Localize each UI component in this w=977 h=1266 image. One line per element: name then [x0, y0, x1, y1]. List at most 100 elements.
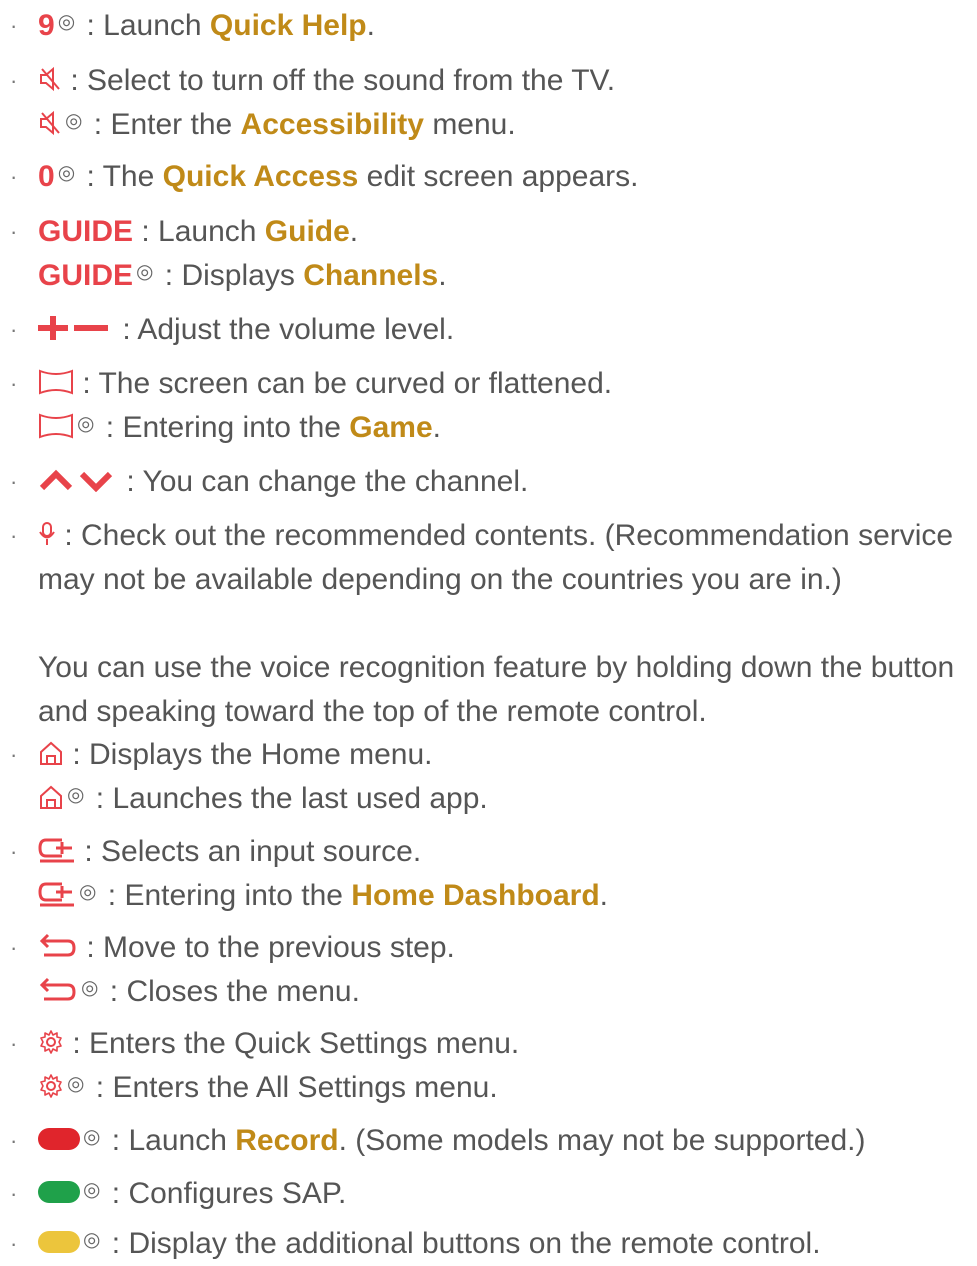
- text: .: [432, 411, 442, 444]
- hold-icon: ◎: [77, 413, 95, 435]
- volume-line: : Adjust the volume level.: [38, 308, 454, 352]
- link-record: Record: [235, 1124, 339, 1157]
- home-line-1: : Displays the Home menu.: [38, 733, 432, 777]
- home-icon: [40, 741, 62, 766]
- sap-line: ◎ : Configures SAP.: [38, 1172, 346, 1216]
- home-line-2: ◎ : Launches the last used app.: [38, 777, 488, 821]
- text: : You can change the channel.: [118, 465, 529, 498]
- hold-icon: ◎: [67, 1073, 85, 1095]
- record-line: ◎ : Launch Record. (Some models may not …: [38, 1119, 866, 1163]
- guide-line-2: GUIDE ◎ : Displays Channels.: [38, 254, 447, 298]
- bullet: ·: [10, 1128, 18, 1153]
- curve-screen-icon: [39, 369, 73, 395]
- bullet: ·: [10, 68, 18, 93]
- bullet: ·: [10, 219, 18, 244]
- hold-icon: ◎: [57, 162, 76, 184]
- text: edit screen appears.: [358, 160, 639, 193]
- text: : The screen can be curved or flattened.: [74, 367, 613, 400]
- text: : Launch: [103, 1124, 236, 1157]
- input-source-icon: [38, 838, 74, 863]
- volume-plus-minus-icon: [38, 316, 108, 341]
- text: .: [366, 9, 375, 42]
- yellow-button-icon: [38, 1231, 80, 1254]
- text: : Configures SAP.: [103, 1177, 347, 1210]
- text: : Displays the Home menu.: [64, 738, 433, 771]
- text: .: [349, 215, 359, 248]
- text: : Select to turn off the sound from the …: [62, 64, 616, 97]
- text: : Displays: [156, 259, 304, 292]
- hold-icon: ◎: [57, 11, 76, 33]
- input-line-1: : Selects an input source.: [38, 830, 421, 874]
- yellow-line: ◎ : Display the additional buttons on th…: [38, 1222, 821, 1266]
- text: .: [438, 259, 447, 292]
- zero-line: 0 ◎ : The Quick Access edit screen appear…: [38, 155, 639, 199]
- mic-line-1: : Check out the recommended contents. (R…: [38, 514, 968, 602]
- settings-line-1: : Enters the Quick Settings menu.: [38, 1022, 519, 1066]
- mic-line-2: You can use the voice recognition featur…: [38, 646, 968, 734]
- text: menu.: [423, 108, 516, 141]
- text: You can use the voice recognition featur…: [38, 651, 955, 728]
- bullet: ·: [10, 839, 18, 864]
- hold-icon: ◎: [81, 977, 99, 999]
- text: : Launch: [133, 215, 265, 248]
- text: : Launches the last used app.: [87, 782, 488, 815]
- text: .: [599, 879, 609, 912]
- link-home-dashboard: Home Dashboard: [351, 879, 600, 912]
- curve-line-2: ◎ : Entering into the Game.: [38, 406, 441, 450]
- back-icon: [39, 978, 76, 1001]
- channel-line: : You can change the channel.: [38, 460, 528, 504]
- bullet: ·: [10, 742, 18, 767]
- bullet: ·: [10, 317, 18, 342]
- key-guide: GUIDE: [38, 259, 134, 292]
- text: : Selects an input source.: [76, 835, 422, 868]
- link-accessibility: Accessibility: [240, 108, 424, 141]
- settings-line-2: ◎ : Enters the All Settings menu.: [38, 1066, 498, 1110]
- bullet: ·: [10, 523, 18, 548]
- curve-line-1: : The screen can be curved or flattened.: [38, 362, 612, 406]
- bullet: ·: [10, 371, 18, 396]
- hold-icon: ◎: [83, 1126, 101, 1148]
- text: : Display the additional buttons on the …: [103, 1227, 821, 1260]
- mute-icon: [40, 110, 60, 136]
- settings-gear-icon: [40, 1074, 62, 1098]
- bullet: ·: [10, 1031, 18, 1056]
- text: : The: [78, 160, 163, 193]
- back-icon: [39, 934, 76, 957]
- bullet: ·: [10, 1181, 18, 1206]
- curve-screen-icon: [39, 413, 73, 439]
- text: : Enters the All Settings menu.: [87, 1071, 498, 1104]
- bullet: ·: [10, 469, 18, 494]
- link-channels: Channels: [303, 259, 439, 292]
- text: : Launch: [78, 9, 210, 42]
- microphone-icon: [39, 522, 55, 546]
- key-guide: GUIDE: [38, 215, 134, 248]
- text: : Closes the menu.: [101, 975, 360, 1008]
- link-game: Game: [349, 411, 433, 444]
- text: : Enters the Quick Settings menu.: [64, 1027, 520, 1060]
- hold-icon: ◎: [67, 784, 85, 806]
- input-source-icon: [38, 882, 74, 907]
- bullet: ·: [10, 164, 18, 189]
- link-guide: Guide: [264, 215, 350, 248]
- hold-icon: ◎: [136, 261, 154, 283]
- mute-icon: [40, 66, 60, 92]
- key-zero: 0: [38, 160, 55, 193]
- input-line-2: ◎ : Entering into the Home Dashboard.: [38, 874, 608, 918]
- hold-icon: ◎: [65, 110, 83, 132]
- key-nine: 9: [38, 9, 55, 42]
- green-button-icon: [38, 1181, 80, 1204]
- link-quick-help: Quick Help: [209, 9, 367, 42]
- channel-up-down-icon: [39, 469, 113, 493]
- text: : Entering into the: [97, 411, 350, 444]
- hold-icon: ◎: [83, 1229, 101, 1251]
- hold-icon: ◎: [79, 881, 97, 903]
- bullet: ·: [10, 13, 18, 38]
- text: : Move to the previous step.: [78, 931, 455, 964]
- bullet: ·: [10, 1231, 18, 1256]
- link-quick-access: Quick Access: [162, 160, 359, 193]
- guide-line-1: GUIDE : Launch Guide.: [38, 210, 358, 254]
- text: : Adjust the volume level.: [114, 313, 455, 346]
- text: : Enter the: [85, 108, 241, 141]
- nine-line: 9 ◎ : Launch Quick Help.: [38, 4, 375, 48]
- home-icon: [40, 785, 62, 810]
